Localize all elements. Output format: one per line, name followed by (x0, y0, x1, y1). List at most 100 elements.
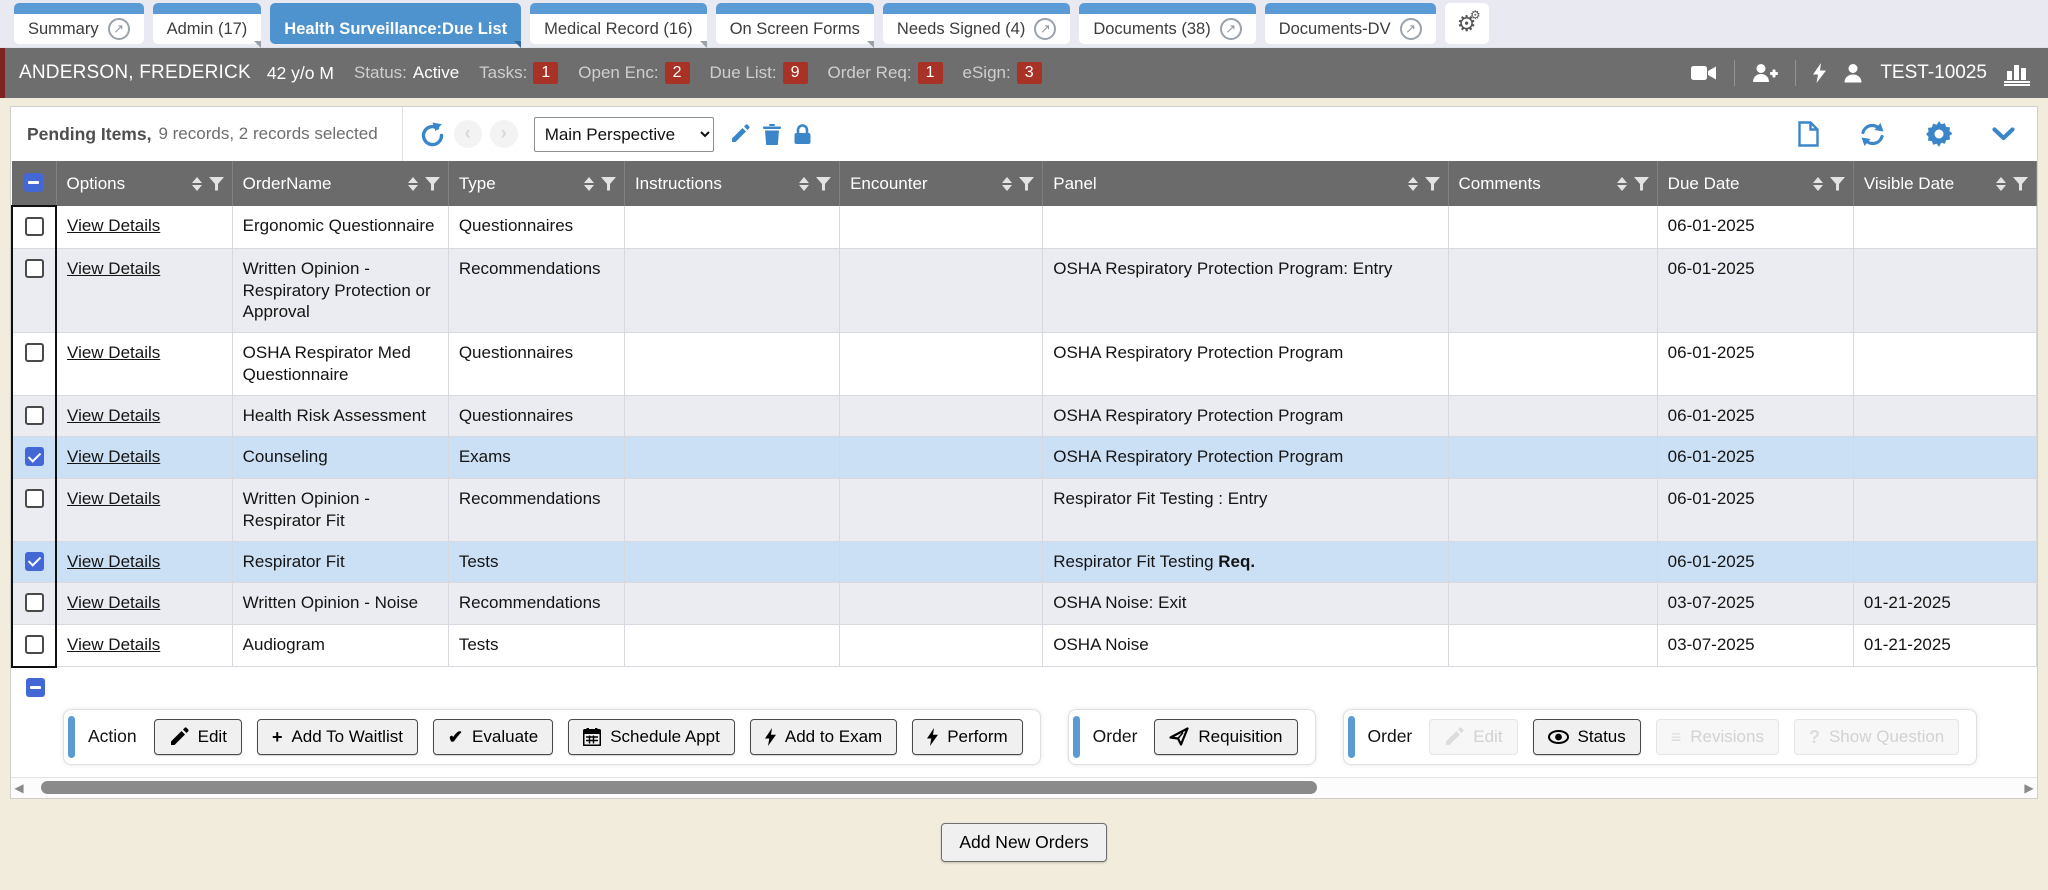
counter-badge[interactable]: 3 (1017, 62, 1042, 84)
tab-health-surveillance-due-list[interactable]: Health Surveillance:Due List (270, 3, 521, 44)
column-header-ordername[interactable]: OrderName (232, 161, 448, 206)
lock-perspective-icon[interactable] (794, 124, 811, 145)
view-details-link[interactable]: View Details (67, 343, 160, 362)
tab-needs-signed-4[interactable]: Needs Signed (4)↗ (883, 3, 1070, 44)
filter-icon[interactable] (1019, 177, 1034, 191)
filter-icon[interactable] (816, 177, 831, 191)
column-header-type[interactable]: Type (448, 161, 624, 206)
open-in-new-icon[interactable]: ↗ (1034, 18, 1056, 40)
refresh-icon[interactable] (1859, 122, 1886, 147)
filter-icon[interactable] (1634, 177, 1649, 191)
prev-perspective-icon[interactable]: ‹ (454, 120, 482, 148)
view-details-link[interactable]: View Details (67, 552, 160, 571)
row-checkbox[interactable] (25, 552, 44, 571)
row-checkbox[interactable] (25, 217, 44, 236)
row-checkbox[interactable] (25, 489, 44, 508)
column-header-comments[interactable]: Comments (1448, 161, 1657, 206)
counter-badge[interactable]: 9 (783, 62, 808, 84)
edit-perspective-icon[interactable] (730, 124, 750, 144)
undo-icon[interactable] (419, 121, 446, 148)
sort-icon[interactable] (1996, 177, 2006, 191)
bolt-icon[interactable] (1813, 63, 1826, 83)
edit-button[interactable]: Edit (154, 719, 242, 755)
instructions-cell (624, 541, 839, 583)
collapse-chevron-icon[interactable] (1992, 127, 2015, 141)
schedule-appt-button[interactable]: Schedule Appt (568, 719, 735, 755)
row-checkbox[interactable] (25, 406, 44, 425)
filter-icon[interactable] (1425, 177, 1440, 191)
row-checkbox[interactable] (25, 593, 44, 612)
video-camera-icon[interactable] (1691, 64, 1717, 82)
row-checkbox[interactable] (25, 447, 44, 466)
row-checkbox[interactable] (25, 343, 44, 362)
bar-chart-icon[interactable] (2004, 61, 2030, 86)
filter-icon[interactable] (2013, 177, 2028, 191)
open-in-new-icon[interactable]: ↗ (1400, 18, 1422, 40)
sort-icon[interactable] (584, 177, 594, 191)
counter-label: Open Enc: (578, 63, 658, 83)
view-details-link[interactable]: View Details (67, 259, 160, 278)
view-details-link[interactable]: View Details (67, 489, 160, 508)
sort-icon[interactable] (1002, 177, 1012, 191)
select-all-checkbox[interactable] (26, 678, 45, 697)
perform-button[interactable]: Perform (912, 719, 1022, 755)
sort-icon[interactable] (1617, 177, 1627, 191)
view-details-link[interactable]: View Details (67, 447, 160, 466)
new-document-icon[interactable] (1798, 121, 1819, 147)
tab-on-screen-forms[interactable]: On Screen Forms (716, 3, 874, 44)
column-header-due-date[interactable]: Due Date (1657, 161, 1853, 206)
sort-icon[interactable] (1813, 177, 1823, 191)
tab-label: Documents-DV (1279, 19, 1391, 39)
filter-icon[interactable] (1830, 177, 1845, 191)
horizontal-scrollbar[interactable]: ◀ ▶ (11, 777, 2037, 798)
row-checkbox[interactable] (25, 635, 44, 654)
settings-gear-icon[interactable] (1926, 121, 1952, 147)
user-icon[interactable] (1843, 63, 1863, 83)
open-in-new-icon[interactable]: ↗ (108, 18, 130, 40)
filter-icon[interactable] (601, 177, 616, 191)
counter-badge[interactable]: 2 (665, 62, 690, 84)
add-to-waitlist-button[interactable]: +Add To Waitlist (257, 719, 418, 755)
filter-icon[interactable] (209, 177, 224, 191)
header-select-all-checkbox[interactable] (24, 173, 43, 192)
counter-label: eSign: (963, 63, 1011, 83)
view-details-link[interactable]: View Details (67, 635, 160, 654)
requisition-button[interactable]: Requisition (1154, 719, 1297, 755)
sort-icon[interactable] (408, 177, 418, 191)
tab-settings-button[interactable]: ⚙⚙ (1445, 3, 1489, 44)
column-header-panel[interactable]: Panel (1043, 161, 1448, 206)
column-header-options[interactable]: Options (56, 161, 232, 206)
column-header-instructions[interactable]: Instructions (624, 161, 839, 206)
delete-perspective-icon[interactable] (763, 124, 781, 145)
tab-medical-record-16[interactable]: Medical Record (16) (530, 3, 707, 44)
counter-badge[interactable]: 1 (533, 62, 558, 84)
scroll-left-icon[interactable]: ◀ (11, 781, 27, 795)
open-in-new-icon[interactable]: ↗ (1220, 18, 1242, 40)
add-to-exam-button[interactable]: Add to Exam (750, 719, 897, 755)
sort-icon[interactable] (192, 177, 202, 191)
evaluate-button[interactable]: ✔Evaluate (433, 719, 553, 755)
tab-summary[interactable]: Summary↗ (14, 3, 144, 44)
view-details-link[interactable]: View Details (67, 593, 160, 612)
column-header-visible-date[interactable]: Visible Date (1853, 161, 2036, 206)
filter-icon[interactable] (425, 177, 440, 191)
add-new-orders-button[interactable]: Add New Orders (941, 823, 1106, 862)
footer: Add New Orders (0, 799, 2048, 862)
perspective-select[interactable]: Main Perspective (534, 117, 714, 152)
table-row: View DetailsWritten Opinion - Respirator… (12, 479, 2037, 542)
scrollbar-thumb[interactable] (41, 781, 1317, 794)
sort-icon[interactable] (1408, 177, 1418, 191)
view-details-link[interactable]: View Details (67, 216, 160, 235)
counter-badge[interactable]: 1 (918, 62, 943, 84)
view-details-link[interactable]: View Details (67, 406, 160, 425)
row-checkbox[interactable] (25, 259, 44, 278)
add-person-icon[interactable] (1752, 63, 1778, 83)
tab-admin-17[interactable]: Admin (17) (153, 3, 262, 44)
tab-documents-dv[interactable]: Documents-DV ↗ (1265, 3, 1436, 44)
column-header-encounter[interactable]: Encounter (840, 161, 1043, 206)
next-perspective-icon[interactable]: › (490, 120, 518, 148)
sort-icon[interactable] (799, 177, 809, 191)
scroll-right-icon[interactable]: ▶ (2021, 781, 2037, 795)
tab-documents-38[interactable]: Documents (38)↗ (1079, 3, 1255, 44)
status-button[interactable]: Status (1533, 719, 1641, 755)
